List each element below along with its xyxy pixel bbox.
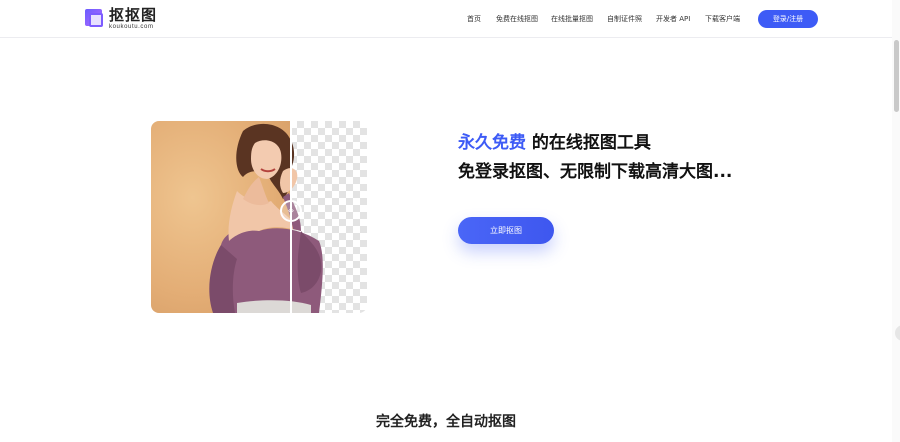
compare-arrows-icon[interactable]: ‹› <box>280 200 302 222</box>
features-section-title: 完全免费，全自动抠图 <box>376 414 516 430</box>
site-header: 抠抠图 koukoutu.com 首页 免费在线抠图 在线批量抠图 自制证件照 … <box>0 0 900 38</box>
start-cutout-button[interactable]: 立即抠图 <box>458 217 554 244</box>
headline-rest: 的在线抠图工具 <box>526 133 651 153</box>
scrollbar-thumb[interactable] <box>894 40 899 112</box>
nav-item-batch-cutout[interactable]: 在线批量抠图 <box>551 14 593 24</box>
hero-subline: 免登录抠图、无限制下载高清大图... <box>458 162 733 182</box>
nav-item-home[interactable]: 首页 <box>467 14 481 24</box>
woman-figure-image <box>209 123 323 313</box>
hero-comparison-image[interactable]: ‹› <box>151 121 367 313</box>
login-register-button[interactable]: 登录/注册 <box>758 10 818 28</box>
nav-item-developer-api[interactable]: 开发者 API <box>656 14 690 24</box>
nav-item-free-cutout[interactable]: 免费在线抠图 <box>496 14 538 24</box>
nav-item-id-photo[interactable]: 自制证件照 <box>607 14 642 24</box>
headline-accent: 永久免费 <box>458 133 526 153</box>
hero-headline: 永久免费 的在线抠图工具 <box>458 131 651 155</box>
nav-item-download-client[interactable]: 下载客户端 <box>705 14 740 24</box>
